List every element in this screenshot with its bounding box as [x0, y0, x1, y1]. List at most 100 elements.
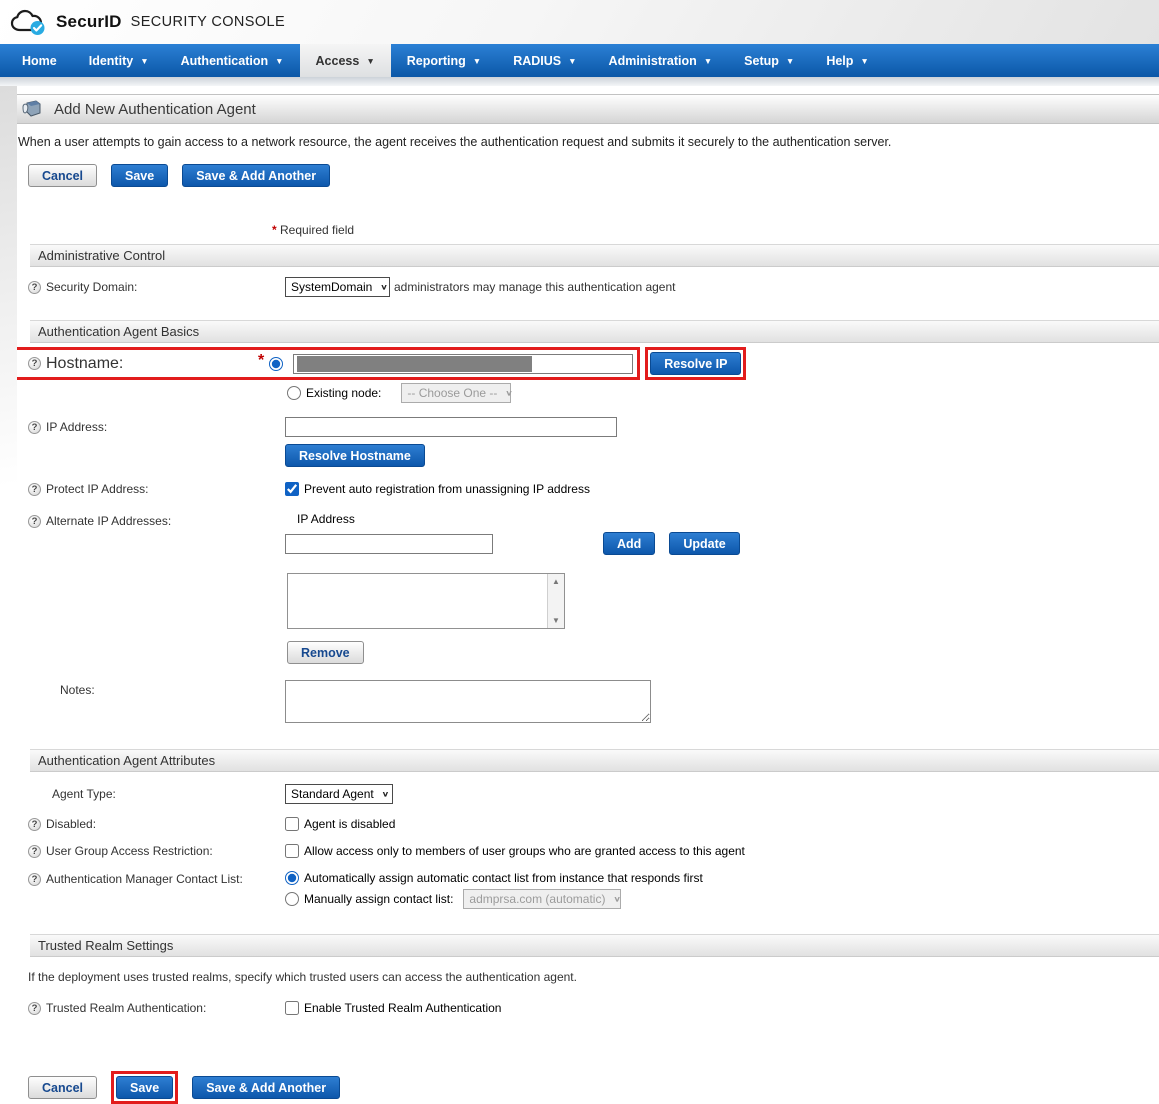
- help-icon[interactable]: ?: [28, 845, 41, 858]
- save-add-another-button[interactable]: Save & Add Another: [192, 1076, 340, 1099]
- amcl-auto-text: Automatically assign automatic contact l…: [304, 871, 703, 885]
- main-nav: Home Identity▼ Authentication▼ Access▼ R…: [0, 44, 1159, 77]
- ip-address-row: ? IP Address:: [28, 417, 1159, 437]
- disabled-row: ? Disabled: Agent is disabled: [28, 817, 1159, 831]
- hostname-label: Hostname:: [46, 355, 123, 373]
- save-add-another-button[interactable]: Save & Add Another: [182, 164, 330, 187]
- protect-ip-checkbox[interactable]: [285, 482, 299, 496]
- section-administrative-control: Administrative Control: [30, 244, 1159, 267]
- resolve-hostname-button[interactable]: Resolve Hostname: [285, 444, 425, 467]
- nav-item-authentication[interactable]: Authentication▼: [165, 44, 300, 77]
- security-domain-suffix: administrators may manage this authentic…: [394, 280, 676, 294]
- help-icon[interactable]: ?: [28, 483, 41, 496]
- tra-checkbox[interactable]: [285, 1001, 299, 1015]
- scroll-up-icon[interactable]: ▲: [552, 577, 560, 586]
- securid-cloud-logo-icon: [10, 9, 48, 36]
- ip-address-label: IP Address:: [46, 420, 107, 434]
- tra-text: Enable Trusted Realm Authentication: [304, 1001, 501, 1015]
- help-icon[interactable]: ?: [28, 873, 41, 886]
- nav-item-reporting[interactable]: Reporting▼: [391, 44, 497, 77]
- alternate-ip-row: ? Alternate IP Addresses: IP Address Add…: [28, 512, 1159, 664]
- annotation-box-hostname: ? Hostname: *: [2, 347, 640, 380]
- save-button[interactable]: Save: [111, 164, 168, 187]
- user-group-restriction-row: ? User Group Access Restriction: Allow a…: [28, 844, 1159, 858]
- section-agent-basics: Authentication Agent Basics: [30, 320, 1159, 343]
- nav-item-setup[interactable]: Setup▼: [728, 44, 810, 77]
- page-title-bar: Add New Authentication Agent: [6, 94, 1159, 124]
- help-icon[interactable]: ?: [28, 281, 41, 294]
- scroll-down-icon[interactable]: ▼: [552, 616, 560, 625]
- required-asterisk: *: [272, 223, 277, 237]
- section-trusted-realm: Trusted Realm Settings: [30, 934, 1159, 957]
- cancel-button[interactable]: Cancel: [28, 164, 97, 187]
- brand-name: SecurID: [56, 12, 122, 32]
- hostname-radio[interactable]: [269, 357, 283, 371]
- trusted-realm-auth-row: ? Trusted Realm Authentication: Enable T…: [28, 1001, 1159, 1015]
- nav-item-help[interactable]: Help▼: [810, 44, 885, 77]
- cancel-button[interactable]: Cancel: [28, 1076, 97, 1099]
- agent-disabled-checkbox[interactable]: [285, 817, 299, 831]
- nav-bottom-band: [0, 77, 1159, 86]
- page-title: Add New Authentication Agent: [54, 101, 256, 118]
- alt-ip-listbox[interactable]: ▲ ▼: [287, 573, 565, 629]
- agent-icon: [21, 99, 43, 119]
- nav-item-access[interactable]: Access▼: [300, 44, 391, 77]
- nav-item-administration[interactable]: Administration▼: [593, 44, 729, 77]
- help-icon[interactable]: ?: [28, 818, 41, 831]
- hostname-redaction-overlay: [297, 356, 532, 372]
- nav-item-home[interactable]: Home: [6, 44, 73, 77]
- existing-node-radio[interactable]: [287, 386, 301, 400]
- tra-label: Trusted Realm Authentication:: [46, 1001, 206, 1015]
- amcl-manual-radio[interactable]: [285, 892, 299, 906]
- bottom-actions: Cancel Save Save & Add Another: [28, 1071, 1159, 1104]
- nav-item-radius[interactable]: RADIUS▼: [497, 44, 592, 77]
- chevron-down-icon: ▼: [473, 55, 481, 66]
- agent-type-select[interactable]: Standard Agent∨: [285, 784, 393, 804]
- update-button[interactable]: Update: [669, 532, 739, 555]
- add-button[interactable]: Add: [603, 532, 655, 555]
- top-actions: Cancel Save Save & Add Another: [28, 164, 1159, 187]
- amcl-label: Authentication Manager Contact List:: [46, 872, 243, 886]
- save-button[interactable]: Save: [116, 1076, 173, 1099]
- ip-address-input[interactable]: [285, 417, 617, 437]
- contact-list-row: ? Authentication Manager Contact List: A…: [28, 871, 1159, 909]
- ugar-label: User Group Access Restriction:: [46, 844, 213, 858]
- resolve-hostname-row: Resolve Hostname: [285, 444, 1159, 467]
- help-icon[interactable]: ?: [28, 421, 41, 434]
- hostname-input-wrap: [293, 354, 633, 374]
- ugar-checkbox[interactable]: [285, 844, 299, 858]
- chevron-down-icon: ▼: [786, 55, 794, 66]
- select-chevron-icon: ∨: [380, 283, 387, 291]
- notes-row: Notes:: [28, 680, 1159, 723]
- chevron-down-icon: ▼: [366, 55, 374, 66]
- amcl-manual-select: admprsa.com (automatic)∨: [463, 889, 621, 909]
- nav-item-identity[interactable]: Identity▼: [73, 44, 165, 77]
- listbox-scrollbar[interactable]: ▲ ▼: [547, 574, 564, 628]
- existing-node-select: -- Choose One --∨: [401, 383, 511, 403]
- notes-textarea[interactable]: [285, 680, 651, 723]
- security-domain-label: Security Domain:: [46, 280, 137, 294]
- remove-button[interactable]: Remove: [287, 641, 364, 664]
- ugar-text: Allow access only to members of user gro…: [304, 844, 745, 858]
- agent-type-row: Agent Type: Standard Agent∨: [28, 784, 1159, 804]
- security-domain-select[interactable]: SystemDomain∨: [285, 277, 390, 297]
- select-chevron-icon: ∨: [382, 790, 389, 798]
- agent-type-label: Agent Type:: [52, 787, 116, 801]
- resolve-ip-button[interactable]: Resolve IP: [650, 352, 741, 375]
- product-name: SECURITY CONSOLE: [131, 14, 285, 30]
- required-field-note: * Required field: [272, 223, 1159, 237]
- chevron-down-icon: ▼: [568, 55, 576, 66]
- help-icon[interactable]: ?: [28, 515, 41, 528]
- help-icon[interactable]: ?: [28, 1002, 41, 1015]
- app-header: SecurID SECURITY CONSOLE: [0, 0, 1159, 44]
- amcl-auto-radio[interactable]: [285, 871, 299, 885]
- page-left-shading: [0, 86, 17, 556]
- chevron-down-icon: ▼: [140, 55, 148, 66]
- page-description: When a user attempts to gain access to a…: [18, 135, 1159, 149]
- alt-ip-column-header: IP Address: [297, 512, 740, 526]
- agent-disabled-text: Agent is disabled: [304, 817, 395, 831]
- hostname-row: ? Hostname: * Resolve IP: [2, 347, 1159, 380]
- alt-ip-input[interactable]: [285, 534, 493, 554]
- annotation-box-resolve-ip: Resolve IP: [645, 347, 746, 380]
- help-icon[interactable]: ?: [28, 357, 41, 370]
